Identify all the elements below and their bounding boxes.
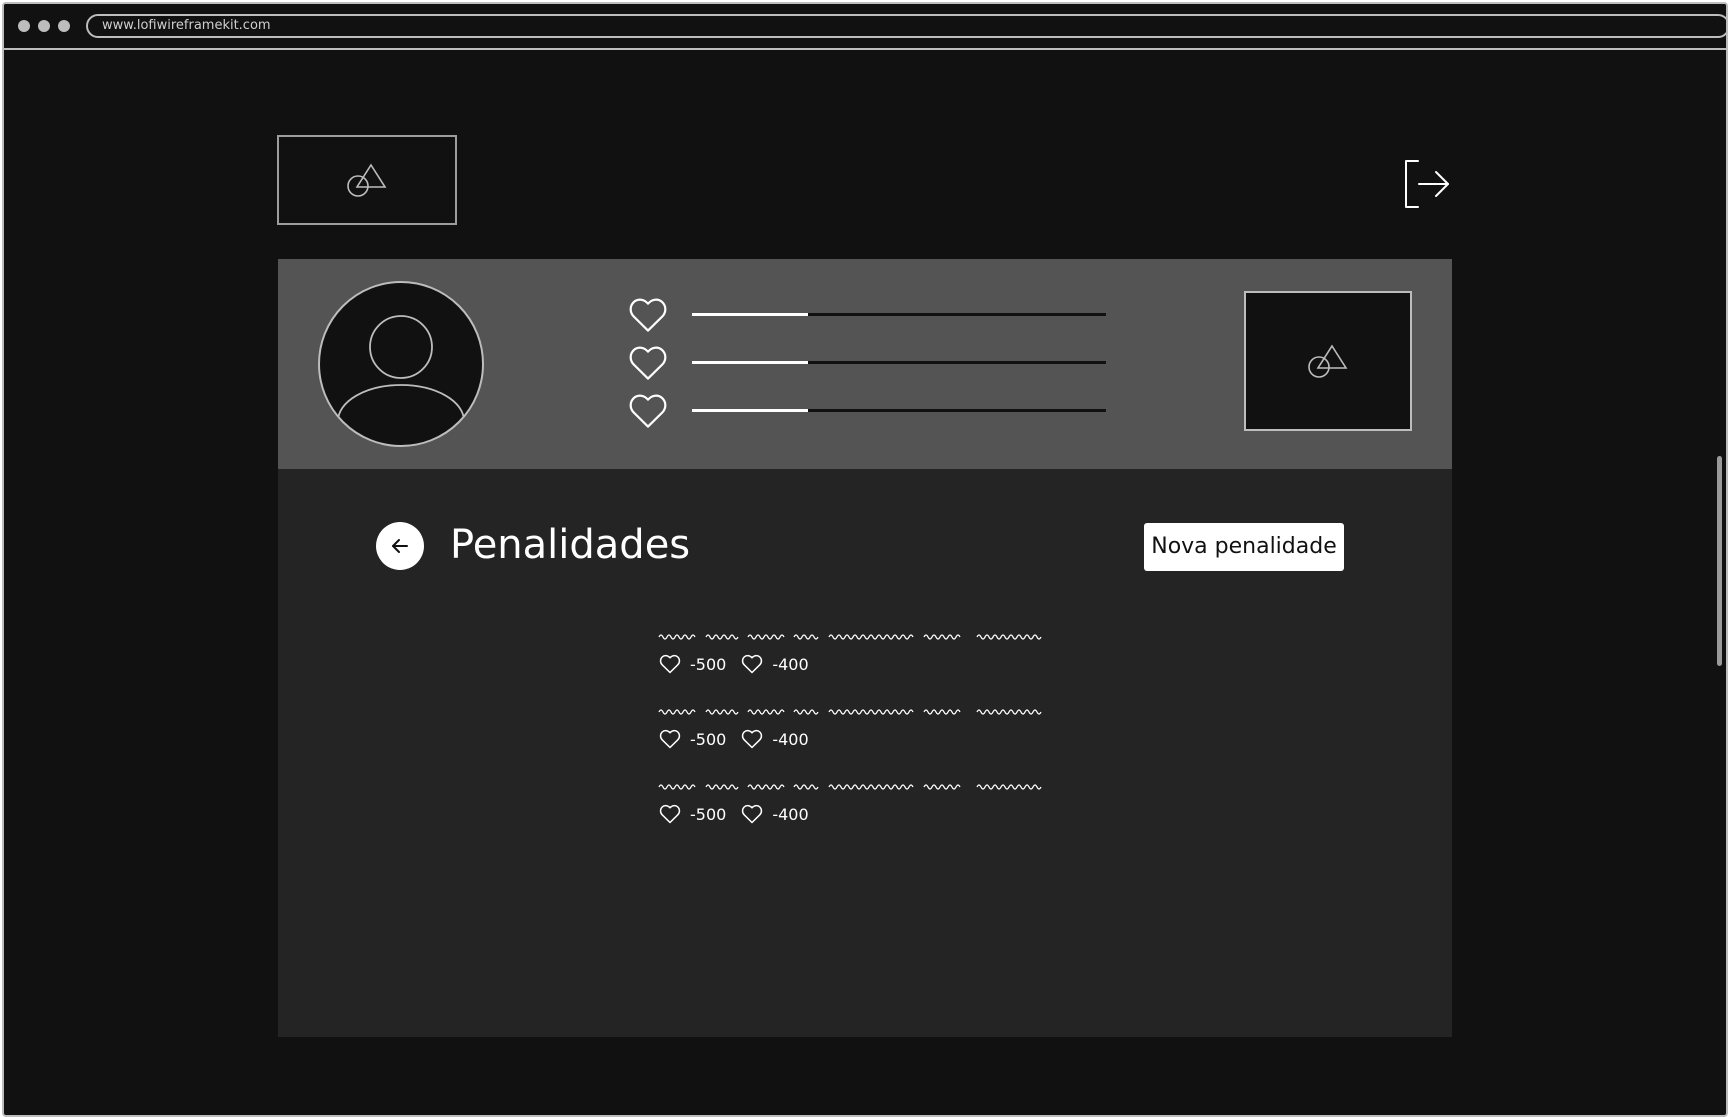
progress-bar bbox=[692, 361, 1106, 364]
penalty-scores: -500 -400 bbox=[658, 651, 823, 677]
score-b: -400 bbox=[740, 727, 809, 751]
browser-window: www.lofiwireframekit.com Penalidades Nov… bbox=[2, 2, 1728, 1117]
image-placeholder-icon bbox=[1308, 344, 1348, 378]
heart-icon bbox=[742, 729, 763, 749]
score-a: -500 bbox=[658, 652, 726, 676]
address-bar[interactable]: www.lofiwireframekit.com bbox=[86, 14, 1726, 38]
profile-panel bbox=[278, 259, 1452, 469]
page-title: Penalidades bbox=[450, 522, 691, 568]
stat-row bbox=[626, 389, 1106, 433]
logout-icon bbox=[1405, 160, 1449, 208]
score-value: -400 bbox=[772, 654, 809, 674]
score-value: -500 bbox=[690, 654, 727, 674]
heart-icon bbox=[659, 804, 681, 824]
window-minimize-dot[interactable] bbox=[38, 20, 50, 32]
user-avatar-icon bbox=[318, 281, 484, 447]
window-maximize-dot[interactable] bbox=[58, 20, 70, 32]
score-a: -500 bbox=[658, 727, 726, 751]
penalty-scores: -500 -400 bbox=[658, 801, 823, 827]
list-item[interactable]: -500 -400 bbox=[658, 631, 1078, 706]
progress-bar bbox=[692, 313, 1106, 316]
stat-row bbox=[626, 293, 1106, 337]
heart-icon bbox=[629, 298, 667, 332]
score-b: -400 bbox=[740, 802, 809, 826]
heart-icon bbox=[629, 346, 667, 380]
heart-icon bbox=[629, 394, 667, 428]
window-close-dot[interactable] bbox=[18, 20, 30, 32]
page-content: Penalidades Nova penalidade -500 -400 -5… bbox=[4, 50, 1726, 1115]
back-button[interactable] bbox=[376, 522, 424, 570]
scribble-text-placeholder bbox=[658, 784, 1042, 790]
progress-bar bbox=[692, 409, 1106, 412]
scribble-text-placeholder bbox=[658, 709, 1042, 715]
image-placeholder-icon bbox=[347, 163, 387, 197]
address-bar-text: www.lofiwireframekit.com bbox=[102, 18, 271, 33]
score-value: -400 bbox=[772, 729, 809, 749]
logo bbox=[277, 135, 457, 225]
heart-icon bbox=[659, 654, 681, 674]
scribble-text-placeholder bbox=[658, 634, 1042, 640]
progress-bar-fill bbox=[692, 361, 808, 364]
stat-row bbox=[626, 341, 1106, 385]
heart-icon bbox=[659, 729, 681, 749]
score-a: -500 bbox=[658, 802, 726, 826]
avatar[interactable] bbox=[318, 281, 484, 447]
arrow-left-icon bbox=[392, 539, 408, 553]
image-placeholder bbox=[1244, 291, 1412, 431]
new-penalty-button[interactable]: Nova penalidade bbox=[1144, 523, 1344, 571]
penalty-scores: -500 -400 bbox=[658, 726, 823, 752]
heart-icon bbox=[742, 804, 763, 824]
progress-bar-fill bbox=[692, 313, 808, 316]
penalty-list: -500 -400 -500 -400 -500 -400 bbox=[658, 631, 1078, 856]
list-item[interactable]: -500 -400 bbox=[658, 706, 1078, 781]
score-value: -500 bbox=[690, 804, 727, 824]
score-b: -400 bbox=[740, 652, 809, 676]
score-value: -500 bbox=[690, 729, 727, 749]
content-panel: Penalidades Nova penalidade -500 -400 -5… bbox=[278, 469, 1452, 1037]
score-value: -400 bbox=[772, 804, 809, 824]
browser-chrome: www.lofiwireframekit.com bbox=[4, 4, 1726, 50]
heart-icon bbox=[742, 654, 763, 674]
progress-bar-fill bbox=[692, 409, 808, 412]
list-item[interactable]: -500 -400 bbox=[658, 781, 1078, 856]
logout-button[interactable] bbox=[1402, 158, 1452, 210]
